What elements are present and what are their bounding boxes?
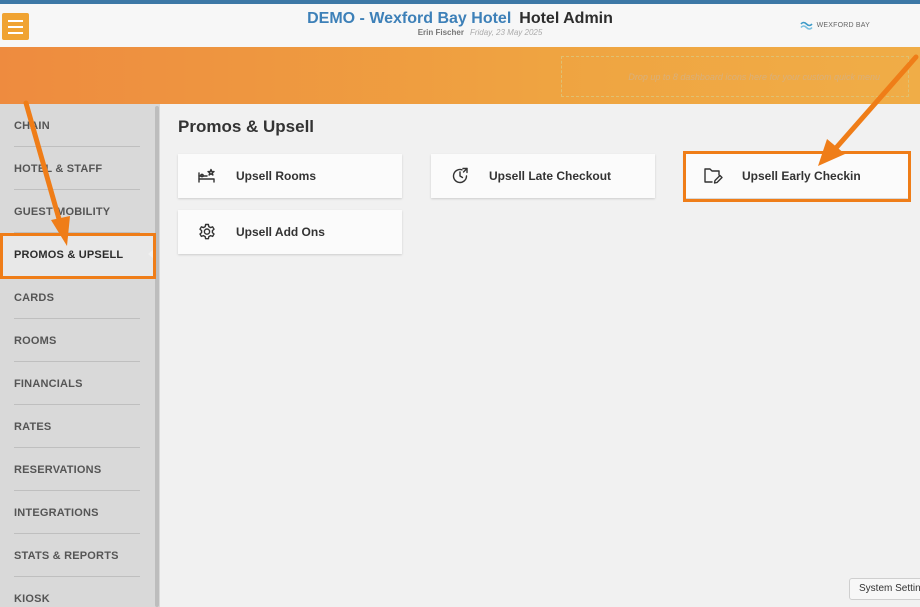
- sidebar-item-label: KIOSK: [14, 592, 50, 605]
- hotel-title: DEMO - Wexford Bay Hotel: [307, 10, 512, 27]
- sidebar-item-integrations[interactable]: INTEGRATIONS: [0, 491, 154, 534]
- gear-icon: [197, 222, 217, 242]
- system-settings-button[interactable]: System Settings: [849, 578, 920, 600]
- sidebar-item-financials[interactable]: FINANCIALS: [0, 362, 154, 405]
- sidebar-item-chain[interactable]: CHAIN: [0, 104, 154, 147]
- wexford-bay-logo-icon: [799, 21, 813, 30]
- brand-name: WEXFORD BAY: [816, 22, 870, 29]
- sidebar-item-label: FINANCIALS: [14, 377, 83, 390]
- sidebar-item-rooms[interactable]: ROOMS: [0, 319, 154, 362]
- bed-star-icon: [197, 166, 217, 186]
- quick-menu-dropzone[interactable]: Drop up to 8 dashboard icons here for yo…: [561, 56, 909, 97]
- sidebar-item-hotel-staff[interactable]: HOTEL & STAFF: [0, 147, 154, 190]
- app-title: Hotel Admin: [519, 10, 613, 27]
- sidebar-scrollbar[interactable]: [155, 106, 159, 607]
- sidebar-item-label: RESERVATIONS: [14, 463, 102, 476]
- sidebar-item-label: CARDS: [14, 291, 55, 304]
- sidebar-item-label: INTEGRATIONS: [14, 506, 99, 519]
- sidebar-item-guest-mobility[interactable]: GUEST MOBILITY: [0, 190, 154, 233]
- sidebar-item-reservations[interactable]: RESERVATIONS: [0, 448, 154, 491]
- user-name: Erin Fischer: [417, 28, 464, 37]
- sidebar-item-label: RATES: [14, 420, 52, 433]
- page-title: Promos & Upsell: [178, 117, 315, 136]
- sidebar-item-label: ROOMS: [14, 334, 57, 347]
- sidebar-item-kiosk[interactable]: KIOSK: [0, 577, 154, 607]
- sidebar-item-stats-reports[interactable]: STATS & REPORTS: [0, 534, 154, 577]
- sidebar-item-label: GUEST MOBILITY: [14, 205, 111, 218]
- app-header: DEMO - Wexford Bay Hotel Hotel Admin Erin…: [0, 4, 920, 47]
- clock-arrow-icon: [450, 166, 470, 186]
- sidebar-item-label: HOTEL & STAFF: [14, 162, 103, 175]
- highlight-box-early-checkin: [683, 151, 911, 202]
- tile-label: Upsell Late Checkout: [489, 169, 612, 183]
- sidebar-item-label: CHAIN: [14, 119, 50, 132]
- sidebar-item-rates[interactable]: RATES: [0, 405, 154, 448]
- tile-label: Upsell Rooms: [236, 169, 317, 183]
- sidebar-item-label: STATS & REPORTS: [14, 549, 119, 562]
- sidebar: CHAIN HOTEL & STAFF GUEST MOBILITY PROMO…: [0, 104, 160, 607]
- header-title-block: DEMO - Wexford Bay Hotel Hotel Admin Erin…: [0, 10, 920, 38]
- quick-menu-bar: Drop up to 8 dashboard icons here for yo…: [0, 47, 920, 104]
- brand-logo: WEXFORD BAY: [799, 21, 870, 30]
- sidebar-item-cards[interactable]: CARDS: [0, 276, 154, 319]
- upsell-add-ons-tile[interactable]: Upsell Add Ons: [178, 210, 402, 254]
- upsell-late-checkout-tile[interactable]: Upsell Late Checkout: [431, 154, 655, 198]
- current-date: Friday, 23 May 2025: [469, 28, 543, 37]
- tile-label: Upsell Add Ons: [236, 225, 325, 239]
- upsell-rooms-tile[interactable]: Upsell Rooms: [178, 154, 402, 198]
- highlight-box-promos-upsell: [0, 233, 156, 279]
